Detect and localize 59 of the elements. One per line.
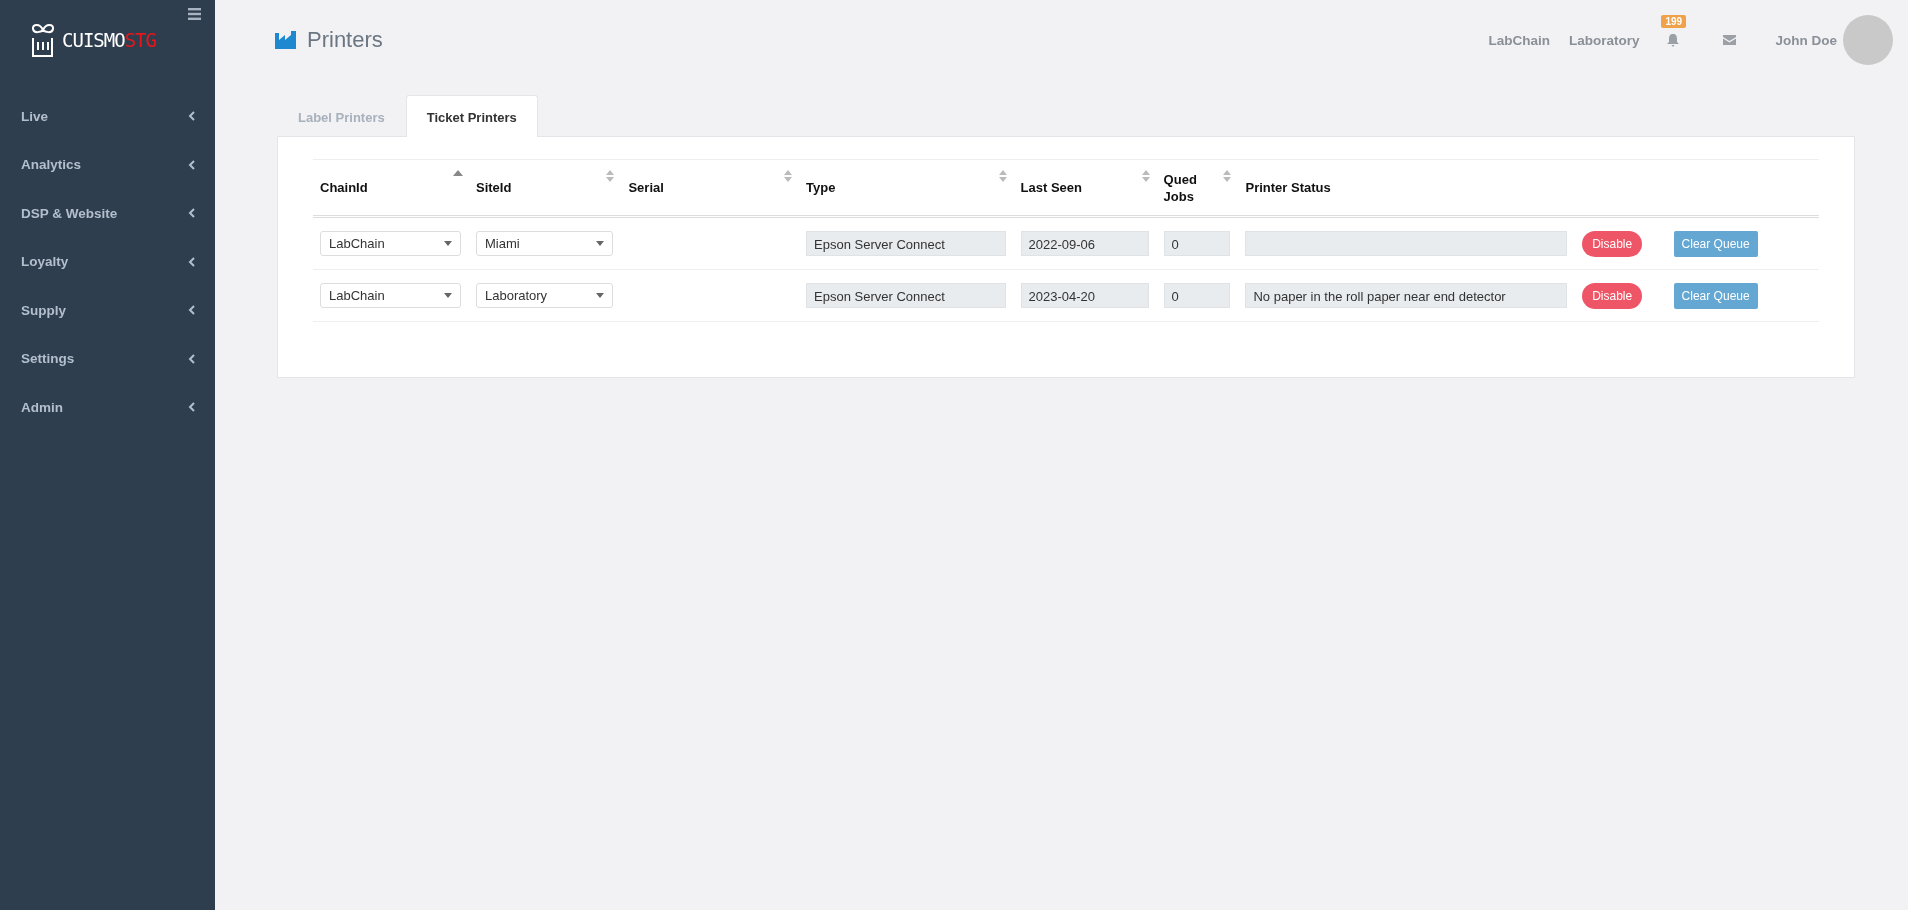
envelope-icon[interactable] xyxy=(1723,35,1737,45)
readonly-field: 2023-04-20 xyxy=(1020,283,1149,308)
table-header-cell[interactable]: Qued Jobs xyxy=(1156,159,1239,218)
sidebar-item[interactable]: Admin xyxy=(21,399,63,415)
chevron-left-icon xyxy=(188,111,195,122)
chevron-left-icon xyxy=(188,353,195,364)
table-header-cell[interactable]: SiteId xyxy=(468,159,622,218)
column-header: Printer Status xyxy=(1245,180,1331,195)
sort-icon[interactable] xyxy=(605,170,616,182)
chevron-left-icon xyxy=(188,208,195,219)
table-header-cell[interactable]: Last Seen xyxy=(1013,159,1157,218)
sidebar-item[interactable]: Live xyxy=(21,108,48,124)
column-header: Last Seen xyxy=(1020,180,1082,195)
sort-icon[interactable] xyxy=(1140,170,1151,182)
disable-button[interactable]: Disable xyxy=(1582,230,1643,257)
notification-badge: 199 xyxy=(1661,15,1687,28)
tab[interactable]: Ticket Printers xyxy=(405,95,538,137)
column-header: Qued Jobs xyxy=(1163,171,1197,204)
sidebar-item[interactable]: Analytics xyxy=(21,157,82,173)
bell-icon[interactable] xyxy=(1666,33,1681,47)
sidebar-item[interactable]: Loyalty xyxy=(21,254,69,270)
column-header: Serial xyxy=(628,180,664,195)
readonly-field: 0 xyxy=(1163,283,1231,308)
caret-icon xyxy=(443,241,452,246)
column-header: SiteId xyxy=(475,180,512,195)
chevron-left-icon xyxy=(188,256,195,267)
dropdown[interactable]: Miami xyxy=(475,231,614,256)
readonly-field: No paper in the roll paper near end detector xyxy=(1245,283,1568,308)
sidebar-item[interactable]: DSP & Website xyxy=(21,205,118,221)
disable-button[interactable]: Disable xyxy=(1582,282,1643,309)
chevron-left-icon xyxy=(188,402,195,413)
readonly-field: 2022-09-06 xyxy=(1020,231,1149,256)
chevron-left-icon xyxy=(188,305,195,316)
caret-icon xyxy=(596,241,605,246)
readonly-field: Epson Server Connect xyxy=(806,231,1006,256)
avatar[interactable] xyxy=(1843,15,1893,65)
table-header-cell[interactable]: ChainId xyxy=(313,159,469,218)
dropdown[interactable]: Laboratory xyxy=(475,283,614,308)
column-header: ChainId xyxy=(320,180,368,195)
caret-icon xyxy=(596,293,605,298)
sidebar-item[interactable]: Settings xyxy=(21,351,75,367)
page-title: Printers xyxy=(307,27,383,53)
factory-icon xyxy=(275,31,297,49)
chef-hat-icon xyxy=(30,22,56,58)
readonly-field: 0 xyxy=(1163,231,1231,256)
table-header-cell[interactable]: Serial xyxy=(621,159,800,218)
sort-icon[interactable] xyxy=(783,170,794,182)
chevron-left-icon xyxy=(188,159,195,170)
dropdown[interactable]: LabChain xyxy=(320,231,461,256)
readonly-field: Epson Server Connect xyxy=(806,283,1006,308)
caret-icon xyxy=(443,293,452,298)
sidebar-item[interactable]: Supply xyxy=(21,302,66,318)
dropdown[interactable]: LabChain xyxy=(320,283,461,308)
column-header: Type xyxy=(806,180,836,195)
logo-text: CUISMOSTG xyxy=(62,29,156,51)
menu-icon[interactable] xyxy=(188,8,201,20)
table-header-cell[interactable]: Type xyxy=(799,159,1014,218)
sort-icon[interactable] xyxy=(997,170,1008,182)
sort-icon[interactable] xyxy=(1222,170,1233,182)
